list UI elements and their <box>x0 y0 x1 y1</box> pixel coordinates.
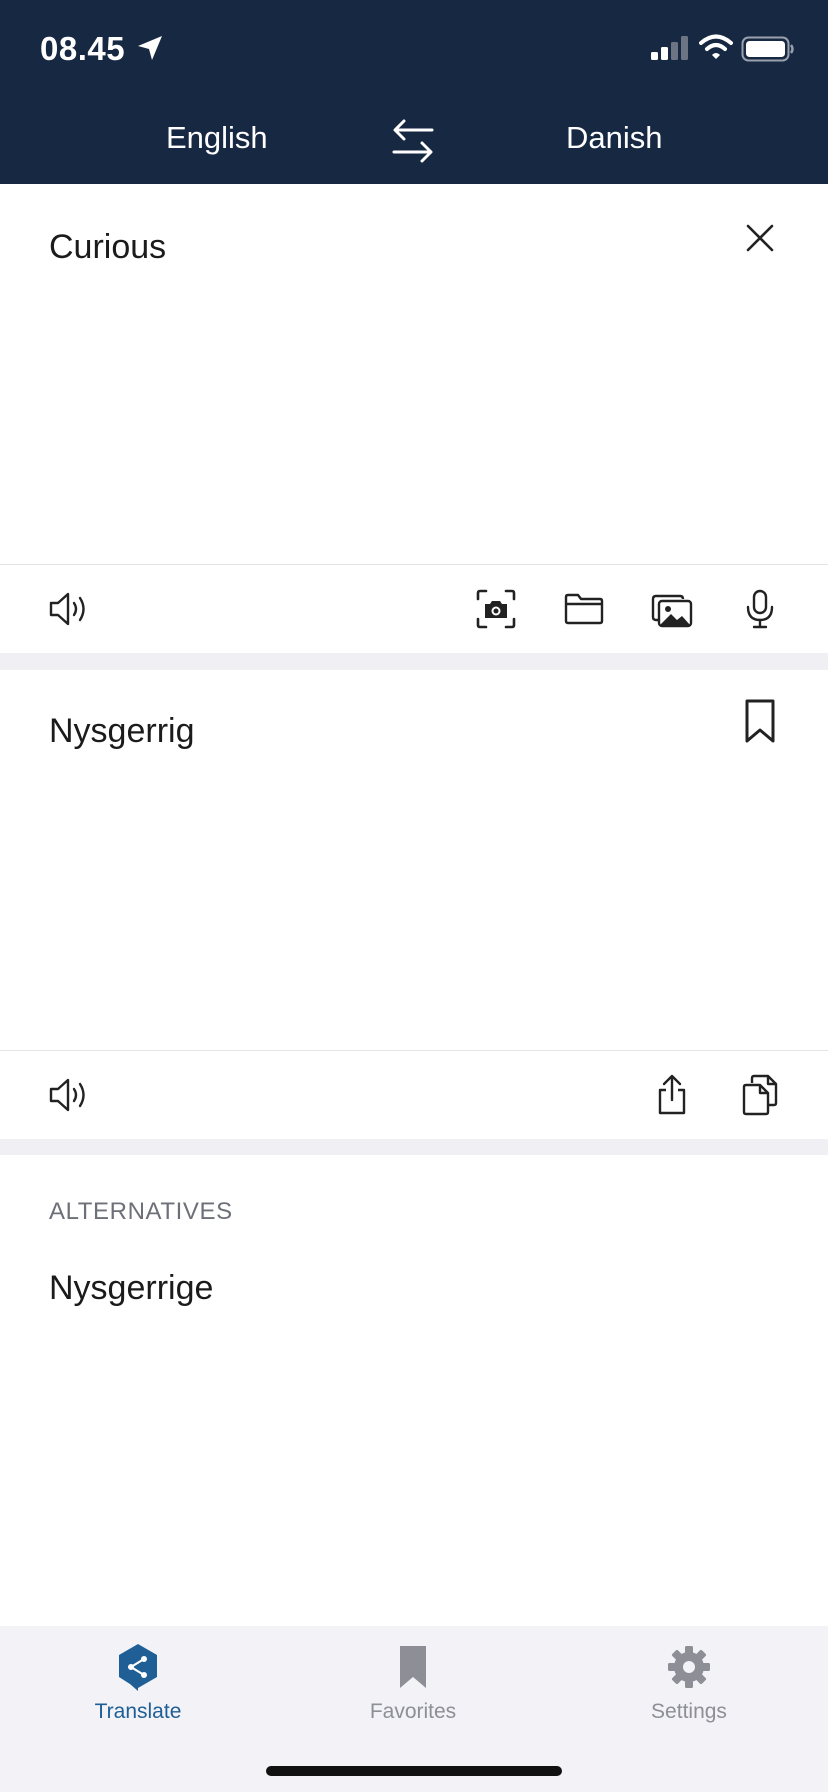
alternatives-section: ALTERNATIVES Nysgerrige <box>0 1155 828 1625</box>
section-separator <box>0 653 828 670</box>
section-separator <box>0 1139 828 1155</box>
translation-area: Nysgerrig <box>0 670 828 1050</box>
battery-icon <box>741 36 794 62</box>
tab-translate[interactable]: Translate <box>38 1642 238 1742</box>
signal-icon <box>651 36 688 60</box>
alternatives-heading: ALTERNATIVES <box>49 1198 233 1225</box>
target-language-button[interactable]: Danish <box>566 120 663 156</box>
tab-translate-label: Translate <box>94 1700 182 1723</box>
input-toolbar <box>0 565 828 653</box>
translate-logo-icon <box>119 1644 157 1691</box>
swap-arrows-icon[interactable] <box>388 116 438 166</box>
tab-favorites[interactable]: Favorites <box>313 1642 513 1742</box>
output-toolbar <box>0 1051 828 1139</box>
camera-scan-icon[interactable] <box>474 587 518 631</box>
source-language-button[interactable]: English <box>166 120 268 156</box>
source-text-area[interactable]: Curious <box>0 184 828 565</box>
location-arrow-icon <box>138 36 162 60</box>
status-time: 08.45 <box>40 30 126 67</box>
gear-icon <box>668 1646 710 1688</box>
speaker-icon[interactable] <box>46 1073 90 1117</box>
share-icon[interactable] <box>650 1073 694 1117</box>
app-header: 08.45 English Danish <box>0 0 828 184</box>
bookmark-icon <box>400 1646 426 1688</box>
home-indicator[interactable] <box>266 1766 562 1776</box>
wifi-icon <box>699 34 733 59</box>
copy-icon[interactable] <box>738 1073 782 1117</box>
photo-gallery-icon[interactable] <box>650 587 694 631</box>
speaker-icon[interactable] <box>46 587 90 631</box>
source-text[interactable]: Curious <box>49 228 166 267</box>
translation-text[interactable]: Nysgerrig <box>49 712 194 751</box>
tab-favorites-label: Favorites <box>369 1700 457 1723</box>
tab-settings-label: Settings <box>651 1700 727 1723</box>
close-icon[interactable] <box>742 220 778 256</box>
tab-settings[interactable]: Settings <box>589 1642 789 1742</box>
bookmark-icon[interactable] <box>744 698 776 744</box>
folder-icon[interactable] <box>562 587 606 631</box>
microphone-icon[interactable] <box>738 587 782 631</box>
alternative-item[interactable]: Nysgerrige <box>49 1269 213 1308</box>
